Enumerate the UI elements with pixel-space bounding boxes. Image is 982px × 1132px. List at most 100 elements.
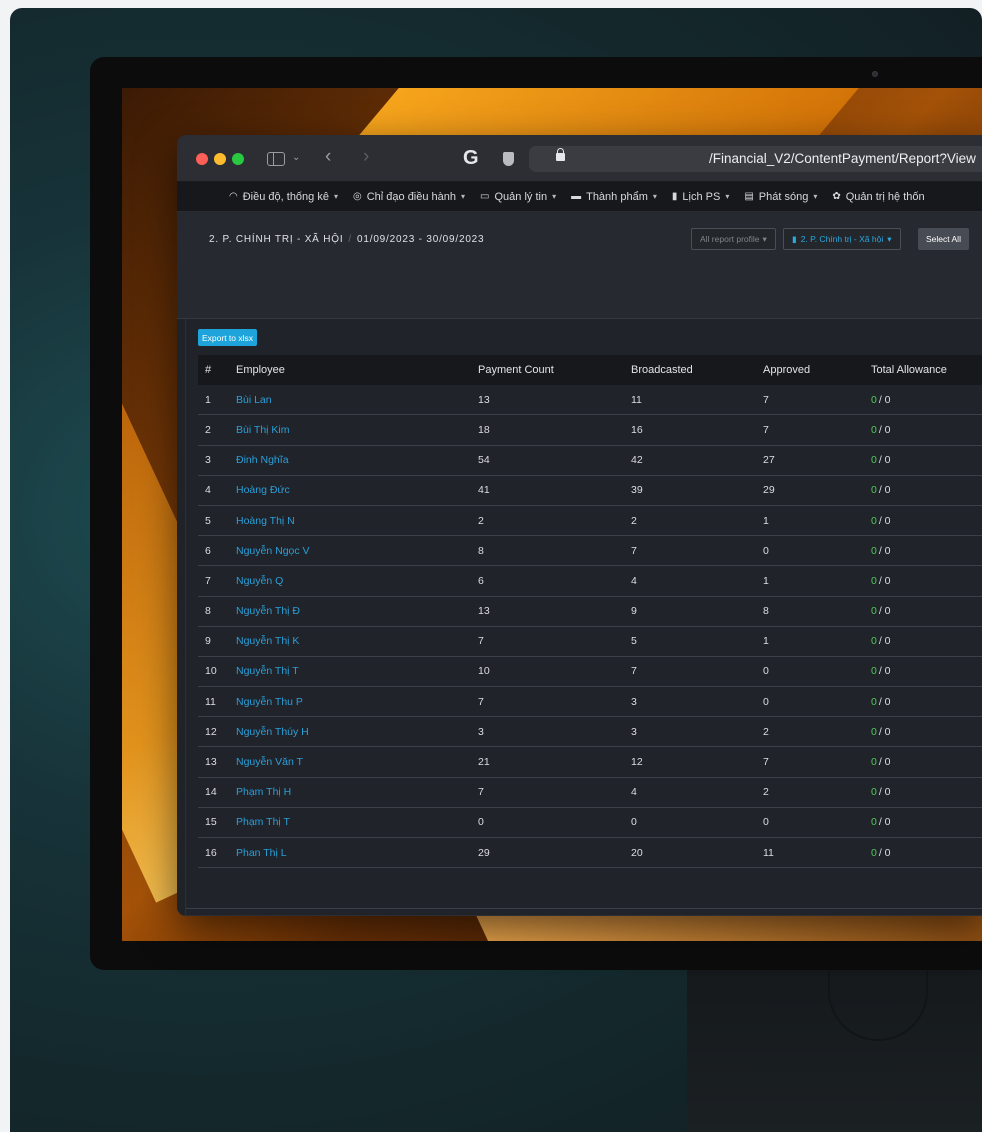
employee-link[interactable]: Nguyễn Ngọc V <box>236 545 478 557</box>
nav-item-chi-dao[interactable]: ◎ Chỉ đạo điều hành ▾ <box>353 191 465 203</box>
total-allowance: 0/ 0 <box>871 816 981 828</box>
approved-count: 27 <box>763 454 775 467</box>
employee-link[interactable]: Nguyễn Thị T <box>236 665 478 677</box>
browser-titlebar: ⌄ ‹ › G /Financial_V2/ContentPayment/Rep… <box>177 135 982 182</box>
row-number: 14 <box>205 786 217 799</box>
back-icon[interactable]: ‹ <box>325 146 331 168</box>
department-dropdown-label: 2. P. Chính trị - Xã hội <box>800 234 884 244</box>
row-number: 1 <box>205 393 211 406</box>
export-xlsx-button[interactable]: Export to xlsx <box>198 329 258 346</box>
department-title: 2. P. CHÍNH TRỊ - XÃ HỘI <box>209 234 344 245</box>
report-profile-dropdown[interactable]: All report profile ▾ <box>691 228 776 250</box>
employee-link[interactable]: Phạm Thị H <box>236 786 478 798</box>
broadcasted-count: 12 <box>631 756 643 769</box>
nav-item-dieu-do[interactable]: ◠ Điều độ, thống kê ▾ <box>229 191 338 203</box>
allowance-total: / 0 <box>878 695 891 708</box>
employee-link[interactable]: Phạm Thị T <box>236 816 478 828</box>
employee-link[interactable]: Hoàng Đức <box>236 484 478 496</box>
nav-item-quan-tri[interactable]: ✿ Quản trị hệ thốn <box>832 191 924 203</box>
payment-count: 6 <box>478 574 484 587</box>
sidebar-toggle-icon[interactable] <box>267 152 285 166</box>
minimize-window-button[interactable] <box>214 153 226 165</box>
total-allowance: 0/ 0 <box>871 756 981 768</box>
close-window-button[interactable] <box>196 153 208 165</box>
nav-item-lich-ps[interactable]: ▮ Lịch PS ▾ <box>672 191 729 203</box>
select-all-button[interactable]: Select All <box>918 228 969 250</box>
caret-down-icon: ▾ <box>552 192 557 201</box>
broadcasted-count: 4 <box>631 574 637 587</box>
allowance-value: 0 <box>871 484 877 497</box>
column-header[interactable]: Total Allowance <box>871 364 981 376</box>
book-icon: ▮ <box>671 191 678 202</box>
allowance-value: 0 <box>871 423 877 436</box>
employee-link[interactable]: Phan Thị L <box>236 847 478 859</box>
allowance-total: / 0 <box>878 544 891 557</box>
payment-count: 7 <box>478 695 484 708</box>
report-profile-label: All report profile <box>700 234 760 244</box>
maximize-window-button[interactable] <box>232 153 244 165</box>
payment-count: 18 <box>478 423 490 436</box>
employee-link[interactable]: Bùi Thị Kim <box>236 424 478 436</box>
payment-count: 2 <box>478 514 484 527</box>
top-navbar: ◠ Điều độ, thống kê ▾ ◎ Chỉ đạo điều hàn… <box>177 182 982 212</box>
employee-link[interactable]: Nguyễn Văn T <box>236 756 478 768</box>
table-row: 1 Bùi Lan 13 11 7 0/ 0 <box>198 385 982 416</box>
allowance-value: 0 <box>871 635 877 648</box>
row-number: 7 <box>205 574 211 587</box>
dashboard-icon: ◠ <box>229 191 238 202</box>
total-allowance: 0/ 0 <box>871 454 981 466</box>
employee-link[interactable]: Đinh Nghĩa <box>236 454 478 466</box>
column-header[interactable]: Payment Count <box>478 364 631 376</box>
department-dropdown[interactable]: ▮ 2. P. Chính trị - Xã hội ▾ <box>783 228 901 250</box>
address-bar[interactable]: /Financial_V2/ContentPayment/Report?View <box>529 146 982 172</box>
row-number: 10 <box>205 665 217 678</box>
broadcasted-count: 4 <box>631 786 637 799</box>
allowance-value: 0 <box>871 574 877 587</box>
nav-item-label: Quản lý tin <box>494 190 548 203</box>
column-header[interactable]: Employee <box>236 364 478 376</box>
forward-icon[interactable]: › <box>363 146 369 168</box>
panel-divider <box>186 908 982 909</box>
approved-count: 0 <box>763 695 769 708</box>
row-number: 13 <box>205 756 217 769</box>
employee-link[interactable]: Bùi Lan <box>236 394 478 406</box>
column-header[interactable]: # <box>198 364 236 376</box>
employee-link[interactable]: Nguyễn Thị Đ <box>236 605 478 617</box>
total-allowance: 0/ 0 <box>871 424 981 436</box>
row-number: 2 <box>205 423 211 436</box>
broadcasted-count: 5 <box>631 635 637 648</box>
allowance-total: / 0 <box>878 454 891 467</box>
total-allowance: 0/ 0 <box>871 665 981 677</box>
employee-link[interactable]: Hoàng Thị N <box>236 515 478 527</box>
table-header: # Employee Payment Count Broadcasted App… <box>198 355 982 386</box>
column-header[interactable]: Broadcasted <box>631 364 763 376</box>
column-header[interactable]: Approved <box>763 364 871 376</box>
row-number: 5 <box>205 514 211 527</box>
approved-count: 0 <box>763 816 769 829</box>
chevron-down-icon[interactable]: ⌄ <box>292 152 300 163</box>
employee-link[interactable]: Nguyễn Thu P <box>236 696 478 708</box>
camera-icon <box>872 71 878 77</box>
google-icon[interactable]: G <box>463 147 479 170</box>
employee-link[interactable]: Nguyễn Thị K <box>236 635 478 647</box>
url-text[interactable]: /Financial_V2/ContentPayment/Report?View <box>709 151 976 166</box>
caret-down-icon: ▾ <box>652 192 657 201</box>
row-number: 9 <box>205 635 211 648</box>
caret-down-icon: ▾ <box>813 192 818 201</box>
employee-link[interactable]: Nguyễn Thúy H <box>236 726 478 738</box>
date-range[interactable]: 01/09/2023 - 30/09/2023 <box>357 234 484 245</box>
nav-item-thanh-pham[interactable]: ▬ Thành phẩm ▾ <box>571 191 657 203</box>
shield-icon[interactable] <box>503 152 514 166</box>
nav-item-quan-ly-tin[interactable]: ▭ Quản lý tin ▾ <box>480 191 556 203</box>
table-row: 14 Phạm Thị H 7 4 2 0/ 0 <box>198 778 982 808</box>
broadcasted-count: 39 <box>631 484 643 497</box>
folder-icon: ▬ <box>571 191 582 202</box>
row-number: 16 <box>205 846 217 859</box>
payment-count: 29 <box>478 846 490 859</box>
employee-link[interactable]: Nguyễn Q <box>236 575 478 587</box>
nav-item-phat-song[interactable]: ▤ Phát sóng ▾ <box>744 191 817 203</box>
total-allowance: 0/ 0 <box>871 575 981 587</box>
allowance-total: / 0 <box>878 423 891 436</box>
broadcasted-count: 0 <box>631 816 637 829</box>
browser-footer <box>177 915 982 916</box>
